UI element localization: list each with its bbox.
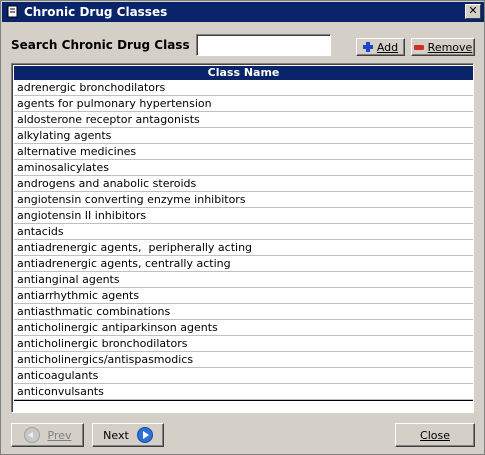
next-button-label: Next: [103, 428, 129, 442]
table-row[interactable]: antianginal agents: [14, 272, 473, 288]
table-row[interactable]: antacids: [14, 224, 473, 240]
table-row[interactable]: antiarrhythmic agents: [14, 288, 473, 304]
remove-button[interactable]: Remove: [411, 38, 475, 56]
prev-button-label: Prev: [47, 428, 72, 442]
search-input[interactable]: [196, 34, 331, 56]
drug-class-grid[interactable]: Class Name adrenergic bronchodilators ag…: [11, 63, 474, 413]
table-row[interactable]: angiotensin converting enzyme inhibitors: [14, 192, 473, 208]
minus-icon: [413, 42, 424, 52]
table-row[interactable]: agents for pulmonary hypertension: [14, 96, 473, 112]
app-icon: [7, 5, 18, 18]
table-row[interactable]: anticholinergic bronchodilators: [14, 336, 473, 352]
search-label: Search Chronic Drug Class: [11, 38, 190, 52]
table-row[interactable]: adrenergic bronchodilators: [14, 80, 473, 96]
title-bar[interactable]: Chronic Drug Classes ✕: [2, 2, 484, 22]
table-row[interactable]: angiotensin II inhibitors: [14, 208, 473, 224]
table-row[interactable]: alternative medicines: [14, 144, 473, 160]
plus-icon: [362, 42, 373, 52]
table-row[interactable]: anticonvulsants: [14, 384, 473, 400]
table-row[interactable]: antiadrenergic agents, peripherally acti…: [14, 240, 473, 256]
table-row[interactable]: aldosterone receptor antagonists: [14, 112, 473, 128]
next-button[interactable]: Next: [92, 423, 164, 447]
table-row[interactable]: anticholinergics/antispasmodics: [14, 352, 473, 368]
table-row[interactable]: alkylating agents: [14, 128, 473, 144]
next-arrow-icon: [136, 427, 153, 443]
table-row[interactable]: androgens and anabolic steroids: [14, 176, 473, 192]
add-button[interactable]: Add: [356, 38, 405, 56]
close-window-button[interactable]: ✕: [465, 4, 481, 19]
prev-button[interactable]: Prev: [11, 423, 84, 447]
close-button[interactable]: Close: [395, 423, 475, 447]
table-row[interactable]: antiadrenergic agents, centrally acting: [14, 256, 473, 272]
table-row[interactable]: aminosalicylates: [14, 160, 473, 176]
window-title: Chronic Drug Classes: [24, 5, 168, 19]
empty-row: [14, 400, 473, 412]
chronic-drug-classes-window: Chronic Drug Classes ✕ Search Chronic Dr…: [0, 0, 485, 455]
close-button-label: Close: [420, 428, 450, 442]
table-row[interactable]: anticoagulants: [14, 368, 473, 384]
remove-button-label: Remove: [427, 40, 473, 54]
column-header-class-name[interactable]: Class Name: [14, 66, 473, 80]
table-row[interactable]: anticholinergic antiparkinson agents: [14, 320, 473, 336]
add-button-label: Add: [376, 40, 399, 54]
table-row[interactable]: antiasthmatic combinations: [14, 304, 473, 320]
previous-arrow-icon: [23, 427, 40, 443]
grid-rows: adrenergic bronchodilators agents for pu…: [14, 80, 473, 412]
